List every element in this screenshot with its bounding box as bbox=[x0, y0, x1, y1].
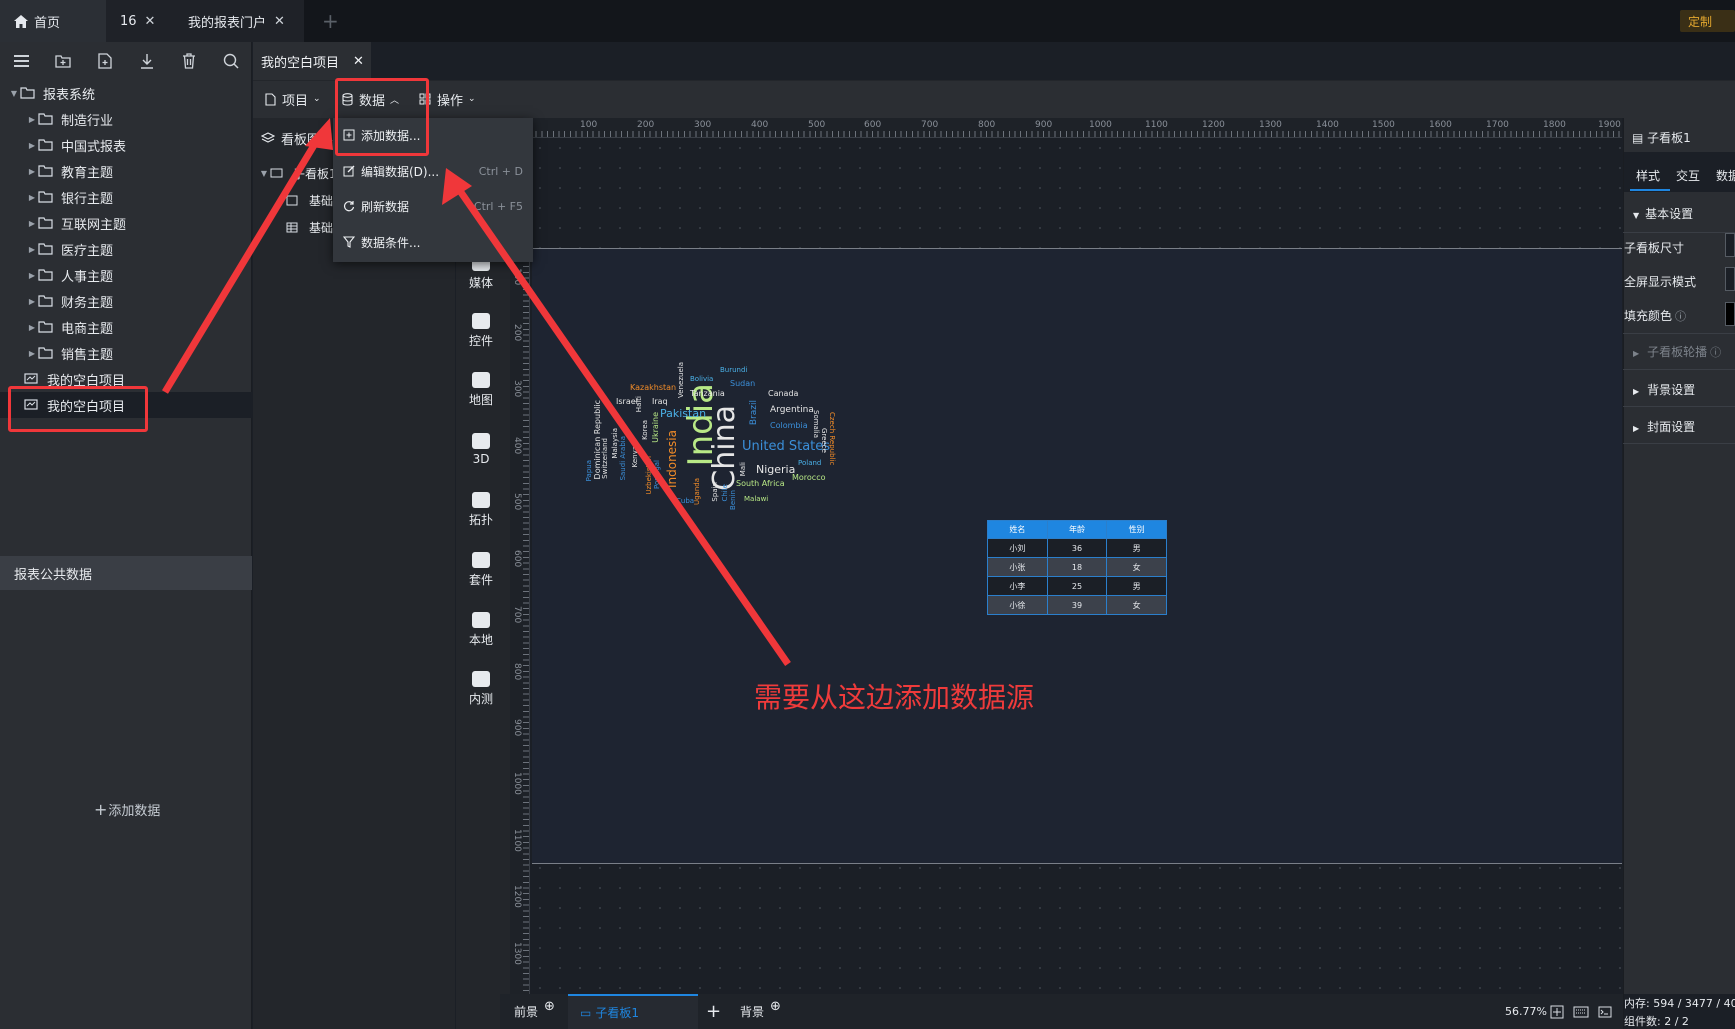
annotation-arrows bbox=[162, 118, 791, 666]
arrow-head-icon bbox=[305, 118, 333, 150]
page: 首页 16 ✕ 我的报表门户 ✕ + 定制 ▼ 报表系统 ▶ 制造行业 ▶ 中国… bbox=[0, 0, 1735, 1029]
annotation-text: 需要从这边添加数据源 bbox=[754, 681, 1035, 714]
arrow-line bbox=[162, 130, 325, 394]
arrow-line bbox=[455, 186, 791, 666]
